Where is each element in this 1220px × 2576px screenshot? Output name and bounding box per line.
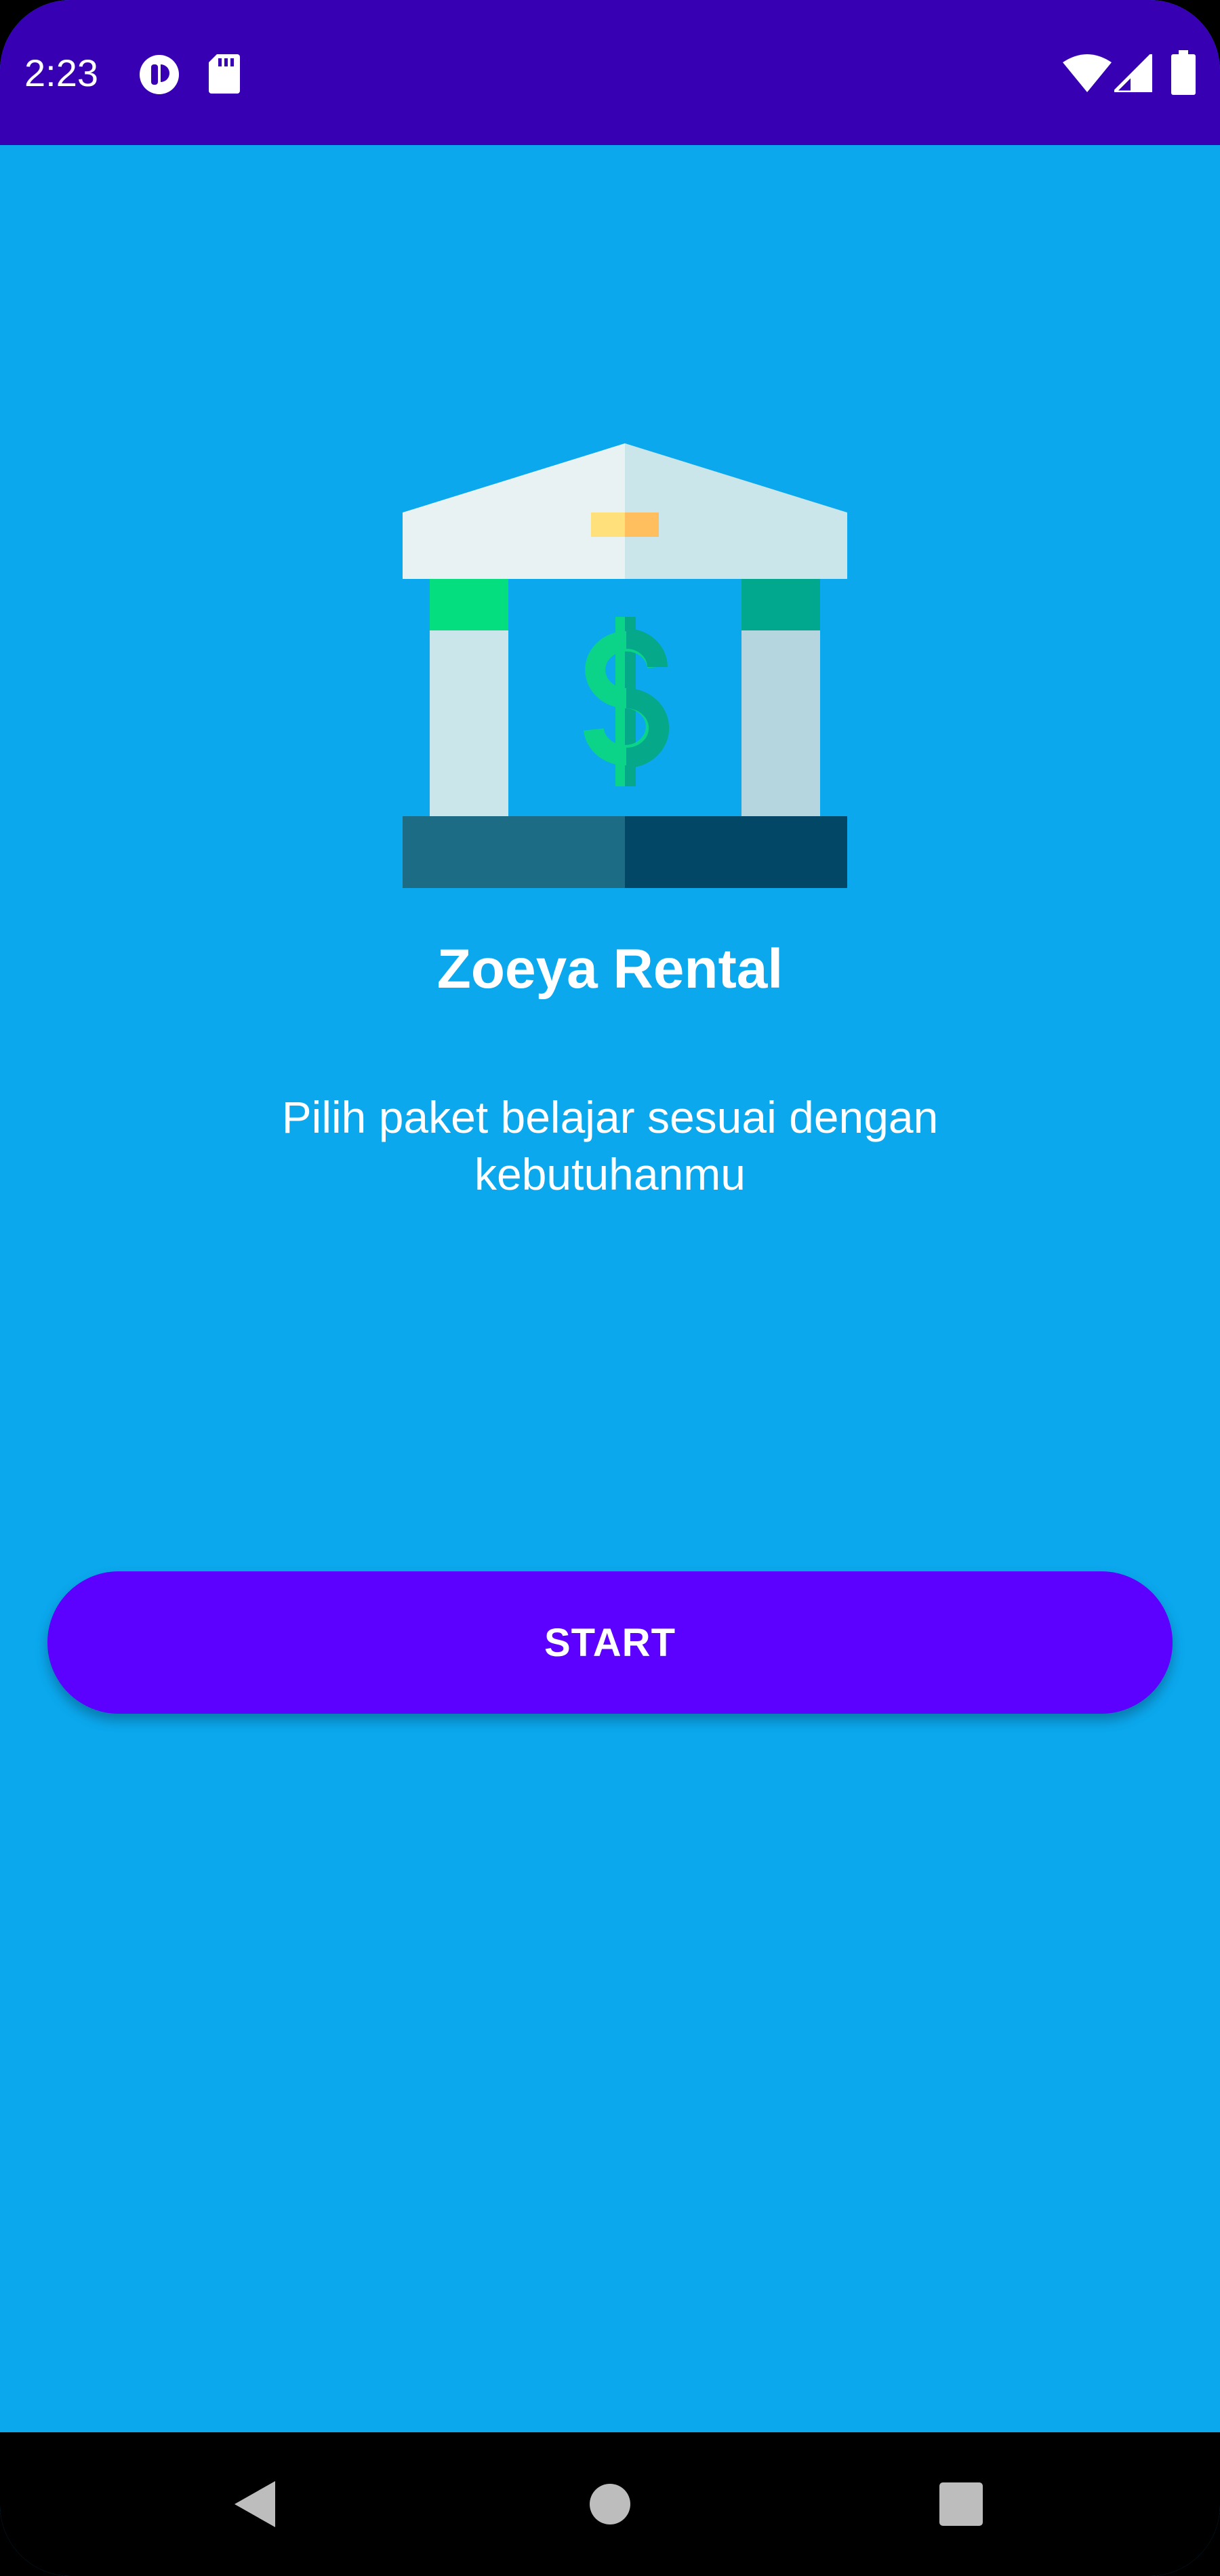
- app-title: Zoeya Rental: [436, 938, 784, 1000]
- app-screen: 2:23 Zoeya Rental Pilih paket belajar se…: [0, 0, 1220, 2576]
- main-content: Zoeya Rental Pilih paket belajar sesuai …: [0, 145, 1220, 2432]
- status-time: 2:23: [24, 52, 98, 94]
- battery-icon: [1171, 50, 1196, 95]
- bank-dollar-icon: [403, 443, 847, 888]
- back-icon: [235, 2481, 275, 2527]
- start-button[interactable]: START: [47, 1571, 1173, 1714]
- back-button[interactable]: [187, 2432, 323, 2576]
- home-icon: [590, 2484, 630, 2524]
- app-subtitle: Pilih paket belajar sesuai dengan kebutu…: [281, 1092, 939, 1199]
- cell-signal-icon: [1114, 54, 1152, 92]
- navigation-bar: [0, 2432, 1220, 2576]
- sd-card-icon: [209, 54, 240, 94]
- wifi-icon: [1063, 54, 1112, 92]
- recents-icon: [939, 2482, 983, 2526]
- notification-app-icon: [140, 55, 179, 94]
- status-bar: 2:23: [0, 0, 1220, 145]
- recents-button[interactable]: [893, 2432, 1029, 2576]
- home-button[interactable]: [542, 2432, 678, 2576]
- start-button-label: START: [544, 1620, 676, 1665]
